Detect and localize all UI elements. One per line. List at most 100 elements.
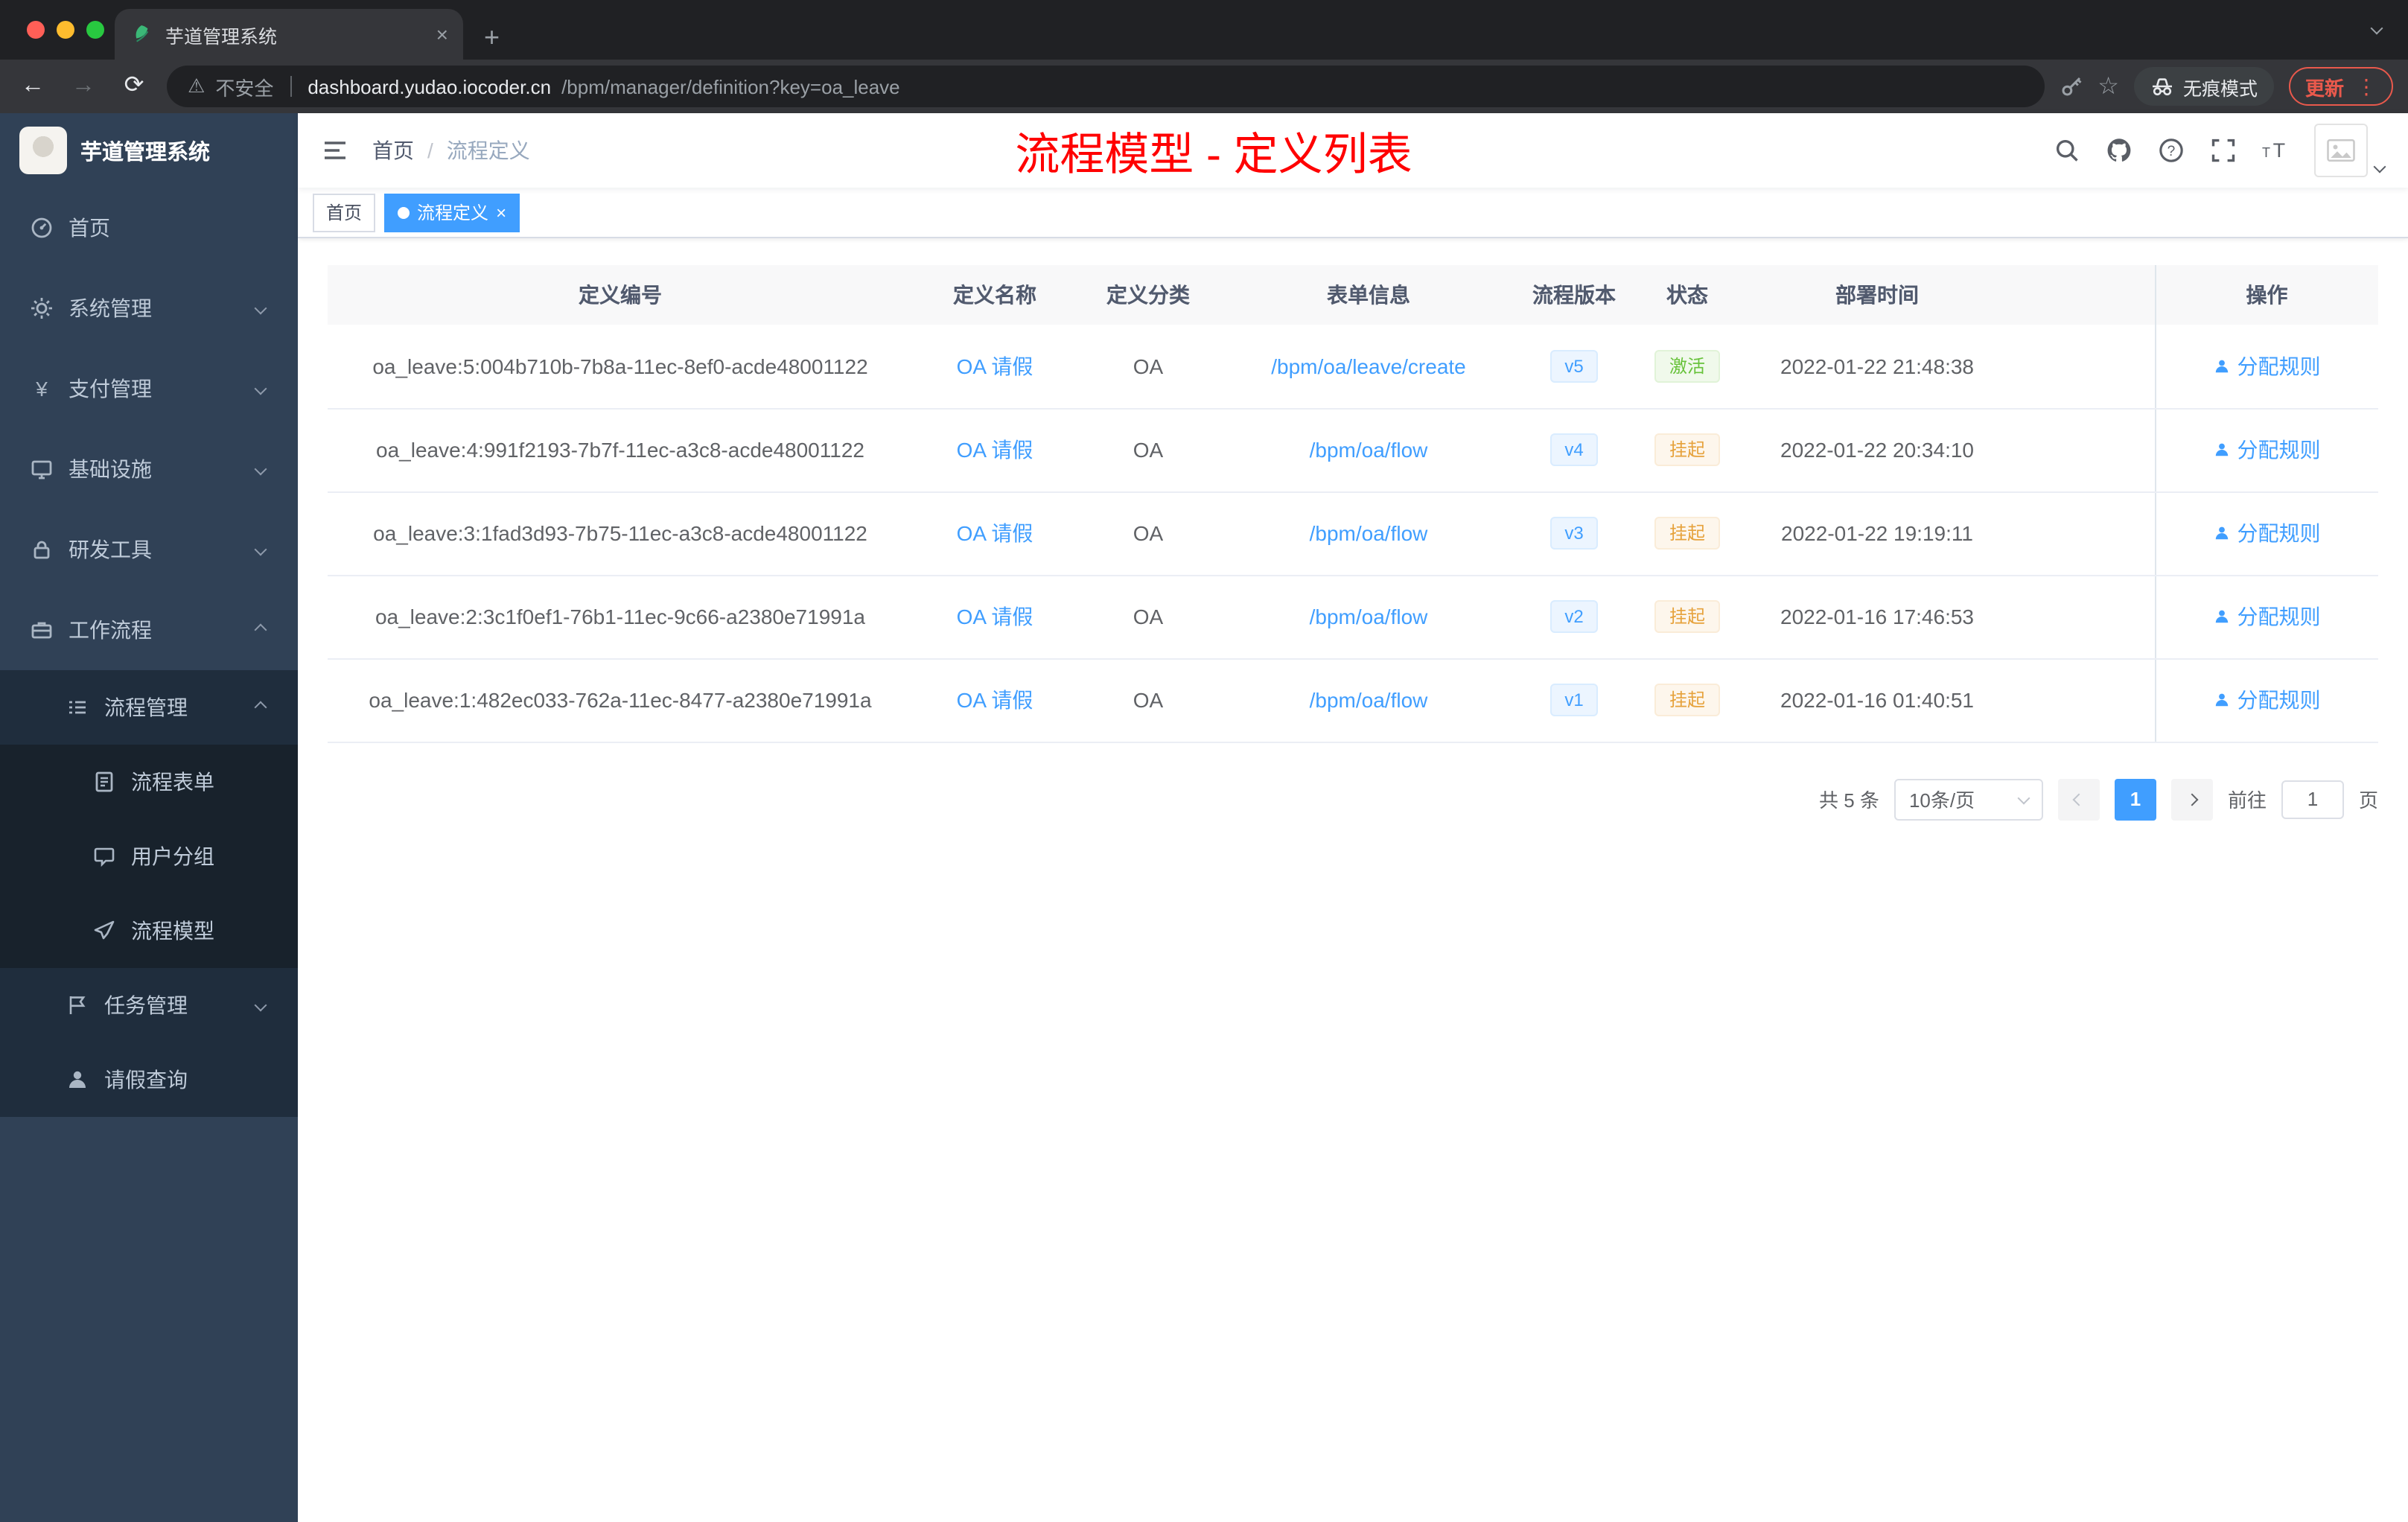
svg-text:?: ? [2167,144,2176,159]
sidebar-item-process-management[interactable]: 流程管理 [0,670,298,745]
main-area: 首页 / 流程定义 流程模型 - 定义列表 ? T T 首页 流程定义 × 定义… [298,113,2408,1522]
tag-process-definition[interactable]: 流程定义 × [384,193,520,232]
sidebar-item-label: 系统管理 [69,296,152,320]
monitor-icon [30,457,54,481]
user-menu[interactable] [2314,124,2386,177]
definition-name-link[interactable]: OA 请假 [957,521,1033,545]
definition-name-link[interactable]: OA 请假 [957,688,1033,712]
browser-toolbar: ← → ⟳ ⚠ 不安全 dashboard.yudao.iocoder.cn/b… [0,60,2408,113]
tab-close-icon[interactable]: × [436,22,448,46]
goto-page-input[interactable] [2281,780,2344,818]
paper-plane-icon [92,919,116,943]
status-tag: 挂起 [1654,684,1720,716]
reload-button[interactable]: ⟳ [116,74,152,98]
svg-text:T: T [2262,145,2270,160]
sidebar-item-task-management[interactable]: 任务管理 [0,968,298,1042]
table-row[interactable]: oa_leave:3:1fad3d93-7b75-11ec-a3c8-acde4… [328,491,2378,576]
flag-icon [66,993,89,1017]
breadcrumb-home[interactable]: 首页 [372,136,414,165]
prev-page-button[interactable] [2057,778,2100,820]
definition-name-link[interactable]: OA 请假 [957,354,1033,378]
breadcrumb-separator: / [427,138,433,162]
cell-deploy-time: 2022-01-16 17:46:53 [1744,575,2010,659]
form-info-link[interactable]: /bpm/oa/flow [1310,605,1428,628]
page-size-select[interactable]: 10条/页 [1893,778,2043,820]
window-controls [27,21,104,39]
tag-home[interactable]: 首页 [313,193,376,232]
new-tab-button[interactable]: + [484,24,500,51]
assign-rule-link[interactable]: 分配规则 [2214,435,2321,465]
col-definition-name: 定义名称 [913,265,1077,325]
sidebar-item-process-form[interactable]: 流程表单 [0,745,298,819]
browser-tab-strip: 芋道管理系统 × + [0,0,2408,60]
assign-rule-link[interactable]: 分配规则 [2214,685,2321,715]
sidebar-logo[interactable]: 芋道管理系统 [0,113,298,188]
tag-close-icon[interactable]: × [496,203,506,221]
definition-table: 定义编号 定义名称 定义分类 表单信息 流程版本 状态 部署时间 操作 oa_l… [328,265,2378,742]
assign-rule-link[interactable]: 分配规则 [2214,602,2321,631]
browser-tab[interactable]: 芋道管理系统 × [115,9,463,60]
sidebar-item-label: 首页 [69,216,110,240]
cell-category: OA [1077,575,1220,659]
tab-search-chevron-icon[interactable] [2370,22,2383,35]
sidebar-item-system[interactable]: 系统管理 [0,268,298,348]
col-actions: 操作 [2154,265,2378,325]
chevron-up-icon [254,623,267,637]
omnibox-divider [290,76,292,97]
assign-rule-link[interactable]: 分配规则 [2214,518,2321,548]
sidebar-item-workflow[interactable]: 工作流程 [0,590,298,670]
form-info-link[interactable]: /bpm/oa/flow [1310,438,1428,462]
browser-update-button[interactable]: 更新 ⋮ [2288,67,2393,106]
address-bar[interactable]: ⚠ 不安全 dashboard.yudao.iocoder.cn/bpm/man… [167,66,2045,107]
sidebar-item-user-group[interactable]: 用户分组 [0,819,298,894]
table-row[interactable]: oa_leave:1:482ec033-762a-11ec-8477-a2380… [328,658,2378,742]
sidebar-item-label: 流程表单 [131,770,214,794]
sidebar-item-payment[interactable]: ¥ 支付管理 [0,348,298,429]
sidebar-item-label: 工作流程 [69,618,152,642]
sidebar-item-infrastructure[interactable]: 基础设施 [0,429,298,509]
version-tag: v1 [1549,684,1599,716]
next-page-button[interactable] [2170,778,2213,820]
sidebar-item-label: 用户分组 [131,844,214,868]
sidebar-item-label: 流程模型 [131,919,214,943]
sidebar-item-label: 基础设施 [69,457,152,481]
gear-icon [30,296,54,320]
window-zoom-button[interactable] [86,21,104,39]
forward-button[interactable]: → [66,74,101,98]
table-row[interactable]: oa_leave:4:991f2193-7b7f-11ec-a3c8-acde4… [328,408,2378,492]
password-key-icon[interactable] [2059,74,2083,98]
assign-rule-link[interactable]: 分配规则 [2214,351,2321,381]
sidebar-item-leave-query[interactable]: 请假查询 [0,1042,298,1117]
definition-name-link[interactable]: OA 请假 [957,438,1033,462]
user-icon [66,1068,89,1092]
page-number-button[interactable]: 1 [2114,778,2156,820]
top-navbar: 首页 / 流程定义 流程模型 - 定义列表 ? T T [298,113,2408,188]
version-tag: v5 [1549,349,1599,383]
goto-label: 前往 [2227,789,2267,812]
table-row[interactable]: oa_leave:5:004b710b-7b8a-11ec-8ef0-acde4… [328,325,2378,409]
tags-view: 首页 流程定义 × [298,188,2408,238]
chevron-down-icon [2373,160,2386,173]
fullscreen-icon[interactable] [2210,137,2237,164]
help-icon[interactable]: ? [2158,137,2185,164]
bookmark-star-icon[interactable]: ☆ [2098,71,2119,101]
window-close-button[interactable] [27,21,45,39]
form-info-link[interactable]: /bpm/oa/flow [1310,521,1428,545]
form-info-link[interactable]: /bpm/oa/leave/create [1271,354,1466,378]
search-icon[interactable] [2054,137,2080,164]
sidebar-item-home[interactable]: 首页 [0,188,298,268]
sidebar-item-devtools[interactable]: 研发工具 [0,509,298,590]
github-icon[interactable] [2106,137,2133,164]
sidebar-item-process-model[interactable]: 流程模型 [0,894,298,968]
form-info-link[interactable]: /bpm/oa/flow [1310,688,1428,712]
window-minimize-button[interactable] [57,21,74,39]
table-row[interactable]: oa_leave:2:3c1f0ef1-76b1-11ec-9c66-a2380… [328,575,2378,659]
chevron-down-icon [254,382,267,395]
security-label: 不安全 [215,77,274,99]
browser-menu-kebab-icon[interactable]: ⋮ [2356,74,2377,99]
sidebar-toggle-icon[interactable] [322,137,348,164]
back-button[interactable]: ← [15,74,51,98]
definition-name-link[interactable]: OA 请假 [957,605,1033,628]
font-size-icon[interactable]: TT [2262,137,2289,164]
cell-definition-id: oa_leave:1:482ec033-762a-11ec-8477-a2380… [328,658,913,742]
